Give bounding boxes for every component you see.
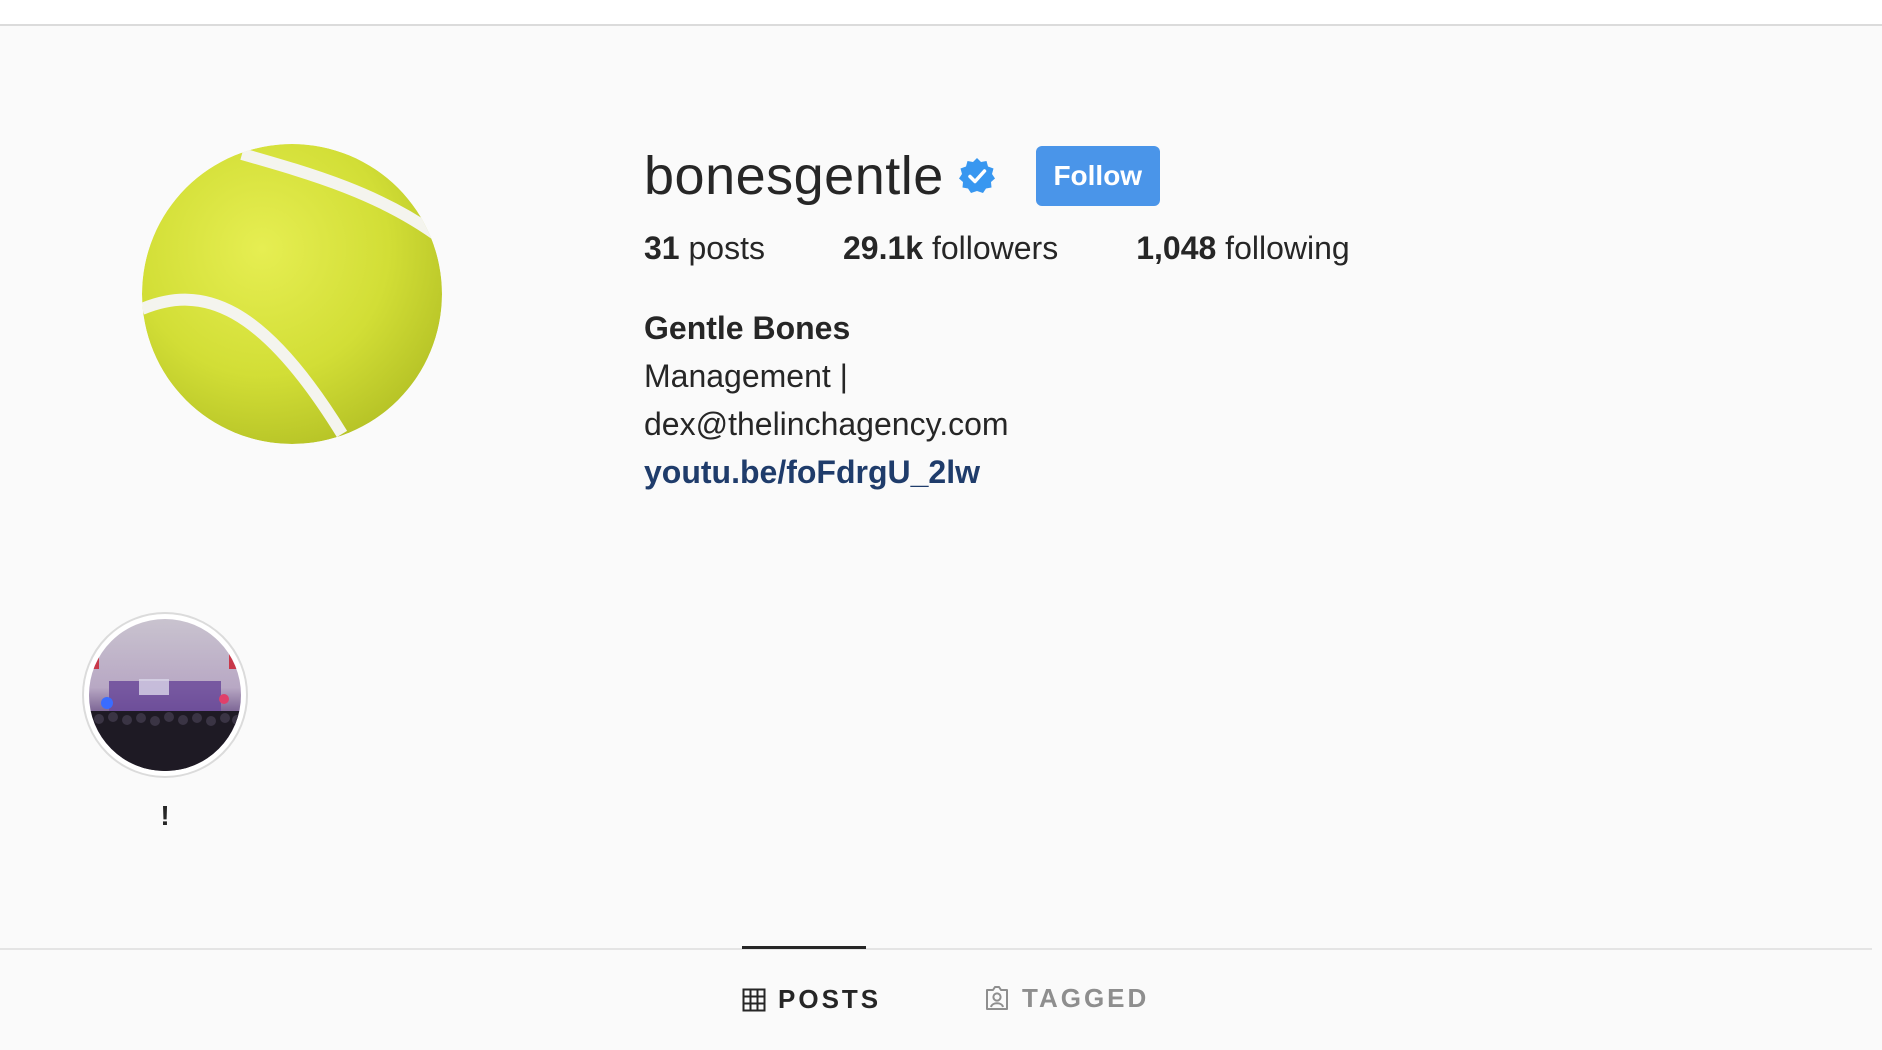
grid-icon <box>742 988 766 1012</box>
profile-avatar[interactable] <box>142 144 442 444</box>
profile-username: bonesgentle <box>644 146 944 206</box>
tab-tagged-label: TAGGED <box>1022 982 1150 1013</box>
tagged-icon <box>984 985 1010 1011</box>
profile-stats: 31 posts 29.1k followers 1,048 following <box>644 226 1428 270</box>
bio-full-name: Gentle Bones <box>644 310 851 346</box>
tab-posts-label: POSTS <box>778 984 882 1014</box>
stat-posts: 31 posts <box>644 226 765 270</box>
top-bar <box>0 0 1882 26</box>
tab-posts[interactable]: POSTS <box>742 946 878 1050</box>
tabs-divider <box>0 948 1872 950</box>
stat-posts-count: 31 <box>644 230 680 266</box>
stat-followers-label: followers <box>931 230 1059 266</box>
tab-tagged[interactable]: TAGGED <box>984 946 1149 1050</box>
bio-link[interactable]: youtu.be/foFdrgU_2lw <box>644 448 1428 496</box>
highlight-label: ! <box>160 800 170 831</box>
follow-button[interactable]: Follow <box>1035 146 1160 206</box>
verified-badge-icon <box>958 157 996 195</box>
highlight-ring[interactable] <box>82 612 248 778</box>
stat-following-label: following <box>1225 230 1350 266</box>
stat-followers-count: 29.1k <box>842 230 924 266</box>
profile-header-row: bonesgentle Follow <box>644 140 1428 212</box>
profile-info: bonesgentle Follow 31 posts 29.1k follow… <box>644 140 1428 496</box>
stat-following-count: 1,048 <box>1136 230 1217 266</box>
bio-line-2: dex@thelinchagency.com <box>644 406 1009 442</box>
story-highlight[interactable]: ! <box>80 612 250 832</box>
stat-following[interactable]: 1,048 following <box>1136 226 1349 270</box>
stat-posts-label: posts <box>688 230 765 266</box>
profile-bio: Gentle Bones Management | dex@thelinchag… <box>644 304 1428 496</box>
stat-followers[interactable]: 29.1k followers <box>843 226 1058 270</box>
bio-line-1: Management | <box>644 358 848 394</box>
highlight-cover-image <box>89 619 241 771</box>
